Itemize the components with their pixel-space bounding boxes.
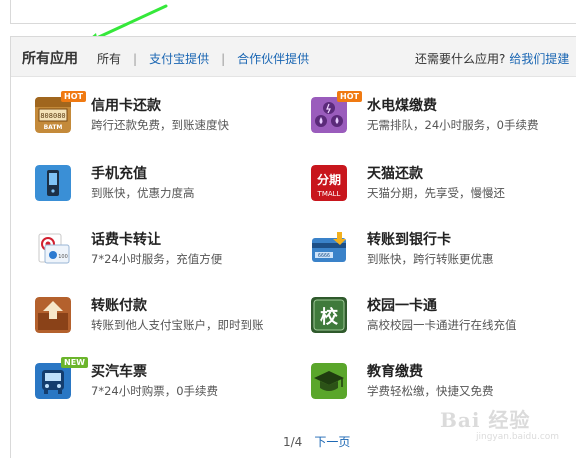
app-transfer-payment[interactable]: 转账付款 转账到他人支付宝账户，即时到账 (35, 295, 285, 339)
need-more-text: 还需要什么应用? (415, 52, 506, 66)
filter-all[interactable]: 所有 (97, 50, 121, 67)
all-apps-panel: 所有应用 所有 | 支付宝提供 | 合作伙伴提供 还需要什么应用? 给我们提建 8… (10, 36, 576, 458)
bank-card-number: 6666 (318, 253, 330, 259)
apps-header-bar: 所有应用 所有 | 支付宝提供 | 合作伙伴提供 还需要什么应用? 给我们提建 (11, 37, 576, 77)
page-indicator: 1/4 (283, 435, 303, 449)
filter-separator: | (133, 51, 138, 66)
app-campus-card[interactable]: 校 校园一卡通 高校校园一卡通进行在线充值 (311, 295, 561, 339)
app-name: 教育缴费 (367, 364, 423, 380)
app-name: 水电煤缴费 (367, 98, 437, 114)
app-bus-ticket[interactable]: NEW 买汽车票 7*24小时购票，0手续费 (35, 357, 285, 405)
app-desc: 跨行还款免费，到账速度快 (91, 118, 229, 132)
app-name: 转账付款 (91, 298, 147, 314)
app-phone-card-transfer[interactable]: 100 话费卡转让 7*24小时服务，充值方便 (35, 229, 285, 273)
phone-card-value: 100 (58, 254, 68, 260)
app-name: 校园一卡通 (367, 298, 437, 314)
baidu-jingyan-watermark: Bai 经验 jingyan.baidu.com (440, 400, 570, 450)
atm-card-icon: 808080 BATM (35, 97, 71, 133)
filter-separator: | (221, 51, 226, 66)
campus-char: 校 (320, 306, 339, 328)
app-desc: 转账到他人支付宝账户，即时到账 (91, 318, 264, 332)
hot-badge: HOT (337, 91, 362, 102)
app-transfer-to-bank-card[interactable]: 6666 转账到银行卡 到账快，跨行转账更优惠 (311, 229, 561, 273)
mobile-phone-icon (35, 165, 71, 201)
transfer-box-icon (35, 297, 71, 333)
app-mobile-recharge[interactable]: 手机充值 到账快，优惠力度高 (35, 163, 285, 207)
hot-badge: HOT (61, 91, 86, 102)
app-desc: 天猫分期，先享受，慢慢还 (367, 186, 505, 200)
next-page-link[interactable]: 下一页 (314, 435, 350, 449)
bank-card-icon: 6666 (311, 231, 347, 267)
tmall-bottom-text: TMALL (317, 190, 341, 198)
filter-partner-provided[interactable]: 合作伙伴提供 (237, 50, 309, 67)
watermark-text: Bai 经验 (440, 408, 531, 432)
atm-label-text: BATM (44, 124, 63, 131)
app-name: 天猫还款 (367, 166, 423, 182)
bus-ticket-icon (35, 363, 71, 399)
app-name: 手机充值 (91, 166, 147, 182)
app-credit-card-repayment[interactable]: 808080 BATM HOT 信用卡还款 跨行还款免费，到账速度快 (35, 91, 285, 139)
app-filter-tabs: 所有 | 支付宝提供 | 合作伙伴提供 (97, 50, 309, 67)
app-tmall-repayment[interactable]: 分期 TMALL 天猫还款 天猫分期，先享受，慢慢还 (311, 163, 561, 207)
suggest-app-link[interactable]: 给我们提建 (509, 52, 569, 66)
tmall-top-text: 分期 (317, 172, 341, 187)
app-desc: 无需排队，24小时服务，0手续费 (367, 118, 539, 132)
tmall-installment-icon: 分期 TMALL (311, 165, 347, 201)
app-desc: 高校校园一卡通进行在线充值 (367, 318, 517, 332)
page-title: 所有应用 (22, 51, 78, 67)
filter-alipay-provided[interactable]: 支付宝提供 (149, 50, 209, 67)
app-utility-payment[interactable]: HOT 水电煤缴费 无需排队，24小时服务，0手续费 (311, 91, 561, 139)
phone-card-icon: 100 (35, 231, 71, 267)
app-desc: 7*24小时购票，0手续费 (91, 384, 219, 398)
app-name: 话费卡转让 (91, 232, 161, 248)
app-desc: 到账快，优惠力度高 (91, 186, 195, 200)
new-badge: NEW (61, 357, 88, 368)
campus-card-icon: 校 (311, 297, 347, 333)
app-desc: 7*24小时服务，充值方便 (91, 252, 223, 266)
app-name: 买汽车票 (91, 364, 147, 380)
utility-bill-icon (311, 97, 347, 133)
atm-screen-text: 808080 (40, 112, 65, 120)
app-name: 转账到银行卡 (367, 232, 451, 248)
watermark-url: jingyan.baidu.com (476, 432, 560, 442)
pagination: 1/4 下一页 (283, 433, 350, 450)
app-name: 信用卡还款 (91, 98, 161, 114)
graduation-cap-icon (311, 363, 347, 399)
app-desc: 到账快，跨行转账更优惠 (367, 252, 494, 266)
app-education-payment[interactable]: 教育缴费 学费轻松缴，快捷又免费 (311, 361, 561, 405)
suggest-app-prompt: 还需要什么应用? 给我们提建 (415, 50, 569, 67)
app-desc: 学费轻松缴，快捷又免费 (367, 384, 494, 398)
